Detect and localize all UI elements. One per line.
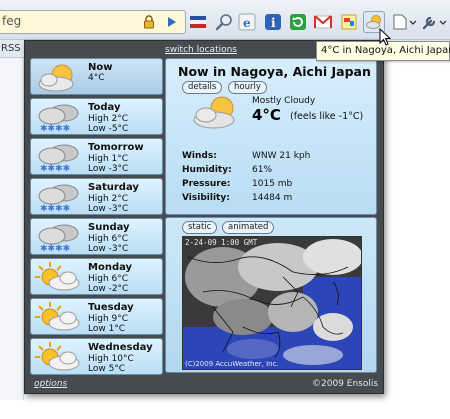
satellite-credit: (C)2009 AccuWeather, Inc. [185, 360, 279, 368]
day-low: Low 5°C [88, 364, 126, 374]
detail-value: 14484 m [252, 193, 293, 203]
day-low: Low -3°C [88, 204, 129, 214]
day-name: Monday [88, 262, 133, 273]
current-conditions-panel: Now in Nagoya, Aichi Japan details hourl… [165, 58, 377, 215]
detail-label: Pressure: [182, 179, 231, 189]
day-name: Sunday [88, 222, 130, 233]
svg-text:✱✱✱✱: ✱✱✱✱ [40, 204, 70, 213]
options-link[interactable]: options [34, 379, 67, 389]
page-menu-icon[interactable] [391, 12, 417, 32]
day-name: Wednesday [88, 342, 153, 353]
sun-cloud-icon [35, 302, 80, 331]
day-high: High 2°C [88, 194, 129, 204]
satellite-map-panel: static animated 2-24-09 1:00 GMT (C)2009… [165, 217, 377, 373]
satellite-map-graphic [183, 237, 361, 369]
sun-cloud-icon [35, 262, 80, 291]
svg-text:✱✱✱✱: ✱✱✱✱ [40, 164, 70, 173]
gmail-icon[interactable] [313, 12, 333, 32]
day-high: High 6°C [88, 274, 129, 284]
forecast-card-monday[interactable]: Monday High 6°C Low -2°C [30, 258, 163, 295]
forecast-card-sunday[interactable]: ✱✱✱✱ Sunday High 6°C Low -3°C [30, 218, 163, 255]
detail-value: 61% [252, 165, 273, 175]
day-high: High 2°C [88, 114, 129, 124]
forecast-card-now[interactable]: Now 4°C [30, 58, 163, 95]
static-button[interactable]: static [182, 221, 218, 234]
snow-cloud-icon: ✱✱✱✱ [38, 184, 79, 213]
satellite-timestamp: 2-24-09 1:00 GMT [185, 238, 258, 247]
info-icon[interactable]: i [263, 12, 283, 32]
forecast-card-saturday[interactable]: ✱✱✱✱ Saturday High 2°C Low -3°C [30, 178, 163, 215]
svg-text:e: e [243, 16, 251, 30]
magnifier-icon[interactable] [214, 12, 234, 32]
sun-cloud-icon [35, 342, 80, 371]
satellite-image[interactable]: 2-24-09 1:00 GMT (C)2009 AccuWeather, In… [182, 236, 362, 370]
condition-text: Mostly Cloudy [252, 96, 316, 106]
refresh-icon[interactable] [288, 12, 308, 32]
day-low: Low 1°C [88, 324, 126, 334]
partly-cloudy-icon [38, 64, 74, 92]
day-name: Tomorrow [88, 142, 144, 153]
day-name: Now [88, 62, 113, 73]
day-temp: 4°C [88, 73, 105, 83]
day-high: High 6°C [88, 234, 129, 244]
animated-button[interactable]: animated [222, 221, 275, 234]
forecast-card-today[interactable]: ✱✱✱✱ Today High 2°C Low -5°C [30, 98, 163, 135]
mouse-cursor-icon [379, 28, 391, 46]
forecast-card-wednesday[interactable]: Wednesday High 10°C Low 5°C [30, 338, 163, 375]
svg-text:✱✱✱✱: ✱✱✱✱ [40, 244, 70, 253]
detail-label: Visibility: [182, 193, 230, 203]
go-arrow-icon[interactable] [163, 14, 181, 30]
ie-icon[interactable]: e [237, 12, 257, 32]
notes-icon[interactable] [339, 12, 359, 32]
detail-value: 1015 mb [252, 179, 293, 189]
weather-popup: switch locations Now 4°C ✱✱✱✱ Today High… [24, 40, 384, 394]
day-name: Today [88, 102, 121, 113]
day-low: Low -3°C [88, 244, 129, 254]
copyright-text: ©2009 Ensolis [312, 379, 379, 389]
detail-label: Winds: [182, 151, 217, 161]
day-high: High 1°C [88, 154, 129, 164]
detail-value: WNW 21 kph [252, 151, 311, 161]
day-name: Saturday [88, 182, 139, 193]
day-low: Low -3°C [88, 164, 129, 174]
lock-icon[interactable] [143, 15, 155, 29]
day-high: High 9°C [88, 314, 129, 324]
feels-like-text: (feels like -1°C) [290, 111, 364, 122]
snow-cloud-icon: ✱✱✱✱ [38, 104, 79, 133]
address-text[interactable]: feg [2, 14, 21, 28]
location-title: Now in Nagoya, Aichi Japan [178, 64, 371, 79]
current-temperature: 4°C [252, 106, 281, 124]
address-bar[interactable]: feg [0, 10, 186, 34]
day-name: Tuesday [88, 302, 134, 313]
detail-label: Humidity: [182, 165, 232, 175]
day-high: High 10°C [88, 354, 134, 364]
day-low: Low -2°C [88, 284, 129, 294]
snow-cloud-icon: ✱✱✱✱ [38, 144, 79, 173]
snow-cloud-icon: ✱✱✱✱ [38, 224, 79, 253]
rss-tab-label[interactable]: RSS [1, 43, 21, 54]
forecast-card-tomorrow[interactable]: ✱✱✱✱ Tomorrow High 1°C Low -3°C [30, 138, 163, 175]
day-low: Low -5°C [88, 124, 129, 134]
forecast-card-tuesday[interactable]: Tuesday High 9°C Low 1°C [30, 298, 163, 335]
flag-icon[interactable] [188, 12, 208, 32]
svg-text:✱✱✱✱: ✱✱✱✱ [40, 124, 70, 133]
wrench-menu-icon[interactable] [421, 12, 447, 32]
page-edge [0, 58, 24, 400]
partly-cloudy-icon [193, 96, 235, 129]
svg-text:i: i [271, 16, 276, 30]
